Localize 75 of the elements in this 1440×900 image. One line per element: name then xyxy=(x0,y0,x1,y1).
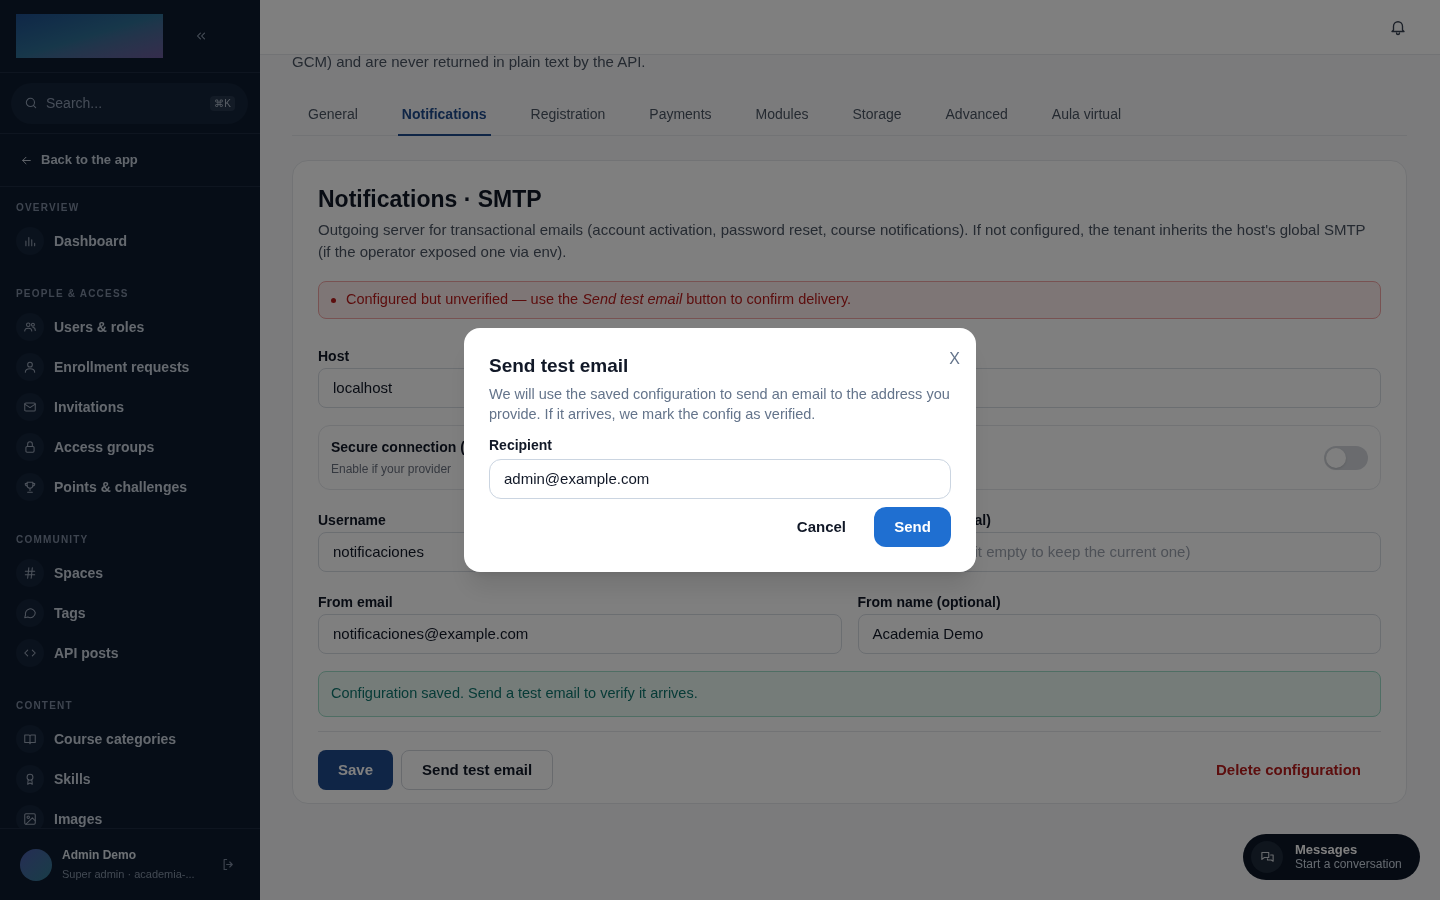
sidebar-item[interactable]: API posts xyxy=(16,637,244,669)
send-button[interactable]: Send xyxy=(874,507,951,547)
bell-icon xyxy=(1389,18,1407,36)
sidebar-item[interactable]: Enrollment requests xyxy=(16,351,244,383)
input-field[interactable]: Academia Demo xyxy=(857,614,1381,654)
alert-text: Configured but unverified — use the Send test email button to confirm delivery. xyxy=(346,290,852,310)
chart-icon xyxy=(23,234,37,248)
messages-title: Messages xyxy=(1295,843,1358,857)
save-button[interactable]: Save xyxy=(318,750,394,790)
messages-subtitle: Start a conversation xyxy=(1295,857,1402,871)
search-field[interactable]: Search... ⌘K xyxy=(11,82,248,124)
sidebar-item[interactable]: Images xyxy=(16,803,244,828)
input-field[interactable]: notificaciones@example.com xyxy=(318,614,842,654)
sidebar-item[interactable]: Access groups xyxy=(16,431,244,463)
intro-text: GCM) and are never returned in plain text by the API. xyxy=(292,52,647,72)
dialog-title: Send test email xyxy=(489,354,630,378)
user-name: Admin Demo xyxy=(62,847,137,865)
section-title: CONTENT xyxy=(16,699,74,713)
field-label: al) xyxy=(974,511,991,529)
messages-button[interactable]: Messages Start a conversation xyxy=(1243,834,1420,880)
dialog-description: We will use the saved configuration to send an email to the address you provide. If it arrives, we mark the config as verified. xyxy=(489,385,951,424)
success-alert: Configuration saved. Send a test email to verify it arrives. xyxy=(318,671,1381,717)
user-icon xyxy=(23,360,37,374)
sidebar-item[interactable]: Tags xyxy=(16,597,244,629)
code-icon xyxy=(23,646,37,660)
cancel-button[interactable]: Cancel xyxy=(796,515,846,539)
close-button[interactable]: X xyxy=(949,347,960,371)
tab[interactable]: Registration xyxy=(526,95,610,136)
sidebar-item[interactable]: Course categories xyxy=(16,723,244,755)
search-icon xyxy=(24,96,38,110)
hash-icon xyxy=(23,566,37,580)
chat-icon xyxy=(1259,849,1275,865)
card-title: Notifications · SMTP xyxy=(318,185,543,213)
delete-configuration-link[interactable]: Delete configuration xyxy=(1216,758,1361,782)
card-description: Outgoing server for transactional emails (account activation, password reset, course notifications). If not configured, the tenant inherits the host's global SMTP (if the operator exposed one via env). xyxy=(318,220,1367,262)
tab[interactable]: Storage xyxy=(848,95,906,136)
recipient-field[interactable]: admin@example.com xyxy=(489,459,951,499)
logout-icon xyxy=(221,857,236,872)
toggle-switch[interactable] xyxy=(1324,445,1368,470)
tab[interactable]: Notifications xyxy=(397,95,491,136)
field-label: From name (optional) xyxy=(857,593,1001,611)
field-label: Recipient xyxy=(489,436,553,455)
book-icon xyxy=(23,732,37,746)
lock-icon xyxy=(23,440,37,454)
field-label: Username xyxy=(318,511,386,529)
sidebar-item[interactable]: Spaces xyxy=(16,557,244,589)
tab[interactable]: Modules xyxy=(751,95,813,136)
send-test-email-button[interactable]: Send test email xyxy=(401,750,554,790)
badge-icon xyxy=(23,772,37,786)
user-subtitle: Super admin · academia-... xyxy=(62,867,196,883)
toggle-hint: Enable if your provider xyxy=(331,461,453,478)
sidebar-item[interactable]: Points & challenges xyxy=(16,471,244,503)
field-label: From email xyxy=(318,593,393,611)
tab[interactable]: Aula virtual xyxy=(1047,95,1126,136)
tab[interactable]: Payments xyxy=(645,95,716,136)
trophy-icon xyxy=(23,480,37,494)
sidebar-item[interactable]: Dashboard xyxy=(16,225,244,257)
notifications-button[interactable] xyxy=(1389,18,1407,36)
mail-icon xyxy=(23,400,37,414)
shortcut-label: ⌘K xyxy=(210,95,235,111)
tab[interactable]: General xyxy=(304,95,362,136)
back-link[interactable]: Back to the app xyxy=(20,150,138,170)
section-title: PEOPLE & ACCESS xyxy=(16,287,130,301)
tab[interactable]: Advanced xyxy=(941,95,1012,136)
sidebar-item[interactable]: Skills xyxy=(16,763,244,795)
section-title: COMMUNITY xyxy=(16,533,90,547)
sidebar-item[interactable]: Invitations xyxy=(16,391,244,423)
sidebar-item[interactable]: Users & roles xyxy=(16,311,244,343)
avatar xyxy=(20,848,52,881)
section-title: OVERVIEW xyxy=(16,201,81,215)
image-icon xyxy=(23,812,37,826)
users-icon xyxy=(23,320,37,334)
collapse-icon xyxy=(194,29,208,43)
field-label: Host xyxy=(318,347,350,365)
chat-bubble-icon xyxy=(23,606,37,620)
